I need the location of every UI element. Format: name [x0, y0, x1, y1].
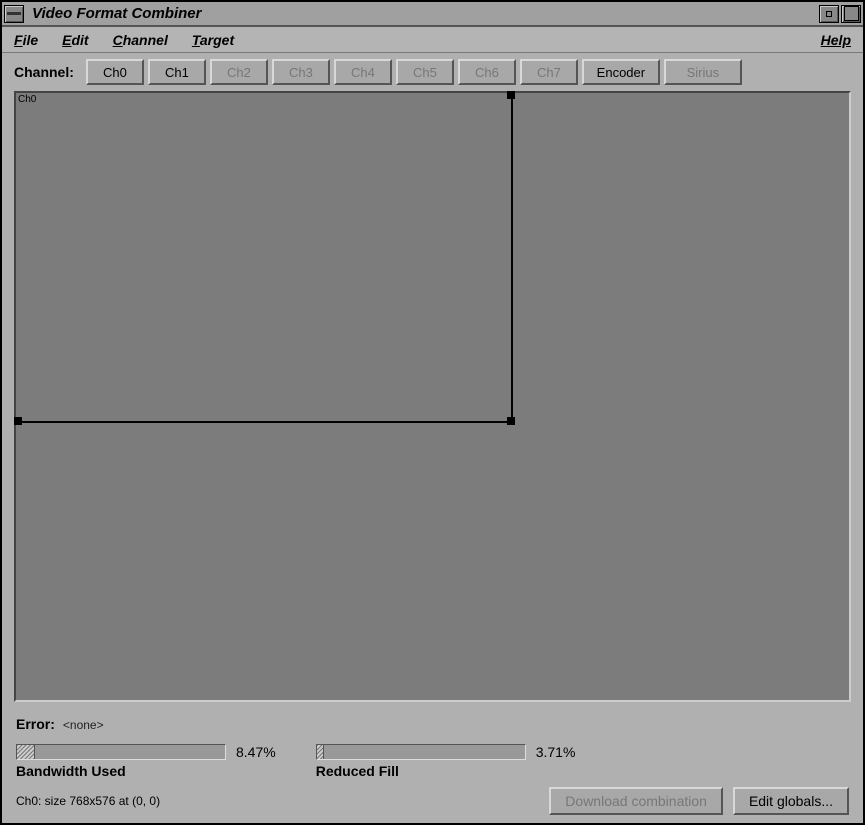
window-title: Video Format Combiner: [30, 5, 817, 22]
download-combination-button[interactable]: Download combination: [549, 787, 723, 815]
canvas-container: Ch0: [2, 89, 863, 710]
reduced-fill-meter-fill: [317, 745, 325, 759]
titlebar: Video Format Combiner: [2, 2, 863, 27]
channel-button-ch0[interactable]: Ch0: [86, 59, 144, 85]
reduced-fill-meter: [316, 744, 526, 760]
channel-label: Channel:: [14, 64, 74, 80]
menu-target[interactable]: Target: [192, 32, 234, 48]
channel-button-ch7[interactable]: Ch7: [520, 59, 578, 85]
reduced-fill-percent: 3.71%: [536, 744, 576, 760]
resize-handle-bottom-left[interactable]: [14, 417, 22, 425]
channel-button-ch6[interactable]: Ch6: [458, 59, 516, 85]
bandwidth-meter: [16, 744, 226, 760]
reduced-fill-block: 3.71% Reduced Fill: [316, 744, 576, 779]
menubar: File Edit Channel Target Help: [2, 27, 863, 53]
error-value: <none>: [63, 718, 104, 732]
menu-help[interactable]: Help: [821, 32, 851, 48]
channel-button-ch5[interactable]: Ch5: [396, 59, 454, 85]
channel-region-ch0[interactable]: Ch0: [16, 93, 513, 423]
footer: Error: <none> 8.47% Bandwidth Used 3: [2, 710, 863, 823]
window-menu-icon[interactable]: [4, 5, 24, 23]
menu-file[interactable]: File: [14, 32, 38, 48]
menu-channel[interactable]: Channel: [113, 32, 168, 48]
reduced-fill-label: Reduced Fill: [316, 763, 576, 779]
menu-edit[interactable]: Edit: [62, 32, 88, 48]
channel-button-ch2[interactable]: Ch2: [210, 59, 268, 85]
resize-handle-top-right[interactable]: [507, 91, 515, 99]
region-label: Ch0: [18, 94, 36, 105]
app-window: Video Format Combiner File Edit Channel …: [0, 0, 865, 825]
bandwidth-block: 8.47% Bandwidth Used: [16, 744, 276, 779]
error-label: Error:: [16, 716, 55, 732]
channel-toolbar: Channel: Ch0 Ch1 Ch2 Ch3 Ch4 Ch5 Ch6 Ch7…: [2, 53, 863, 89]
layout-canvas[interactable]: Ch0: [14, 91, 851, 702]
meters-row: 8.47% Bandwidth Used 3.71% Reduced Fill: [16, 744, 849, 779]
error-line: Error: <none>: [16, 716, 849, 732]
status-text: Ch0: size 768x576 at (0, 0): [16, 794, 539, 808]
resize-handle-bottom-right[interactable]: [507, 417, 515, 425]
channel-button-ch3[interactable]: Ch3: [272, 59, 330, 85]
bandwidth-percent: 8.47%: [236, 744, 276, 760]
bandwidth-label: Bandwidth Used: [16, 763, 276, 779]
minimize-button[interactable]: [819, 5, 839, 23]
channel-button-ch1[interactable]: Ch1: [148, 59, 206, 85]
sirius-button[interactable]: Sirius: [664, 59, 742, 85]
encoder-button[interactable]: Encoder: [582, 59, 660, 85]
bottom-row: Ch0: size 768x576 at (0, 0) Download com…: [16, 787, 849, 815]
edit-globals-button[interactable]: Edit globals...: [733, 787, 849, 815]
channel-button-ch4[interactable]: Ch4: [334, 59, 392, 85]
bandwidth-meter-fill: [17, 745, 35, 759]
maximize-button[interactable]: [841, 5, 861, 23]
